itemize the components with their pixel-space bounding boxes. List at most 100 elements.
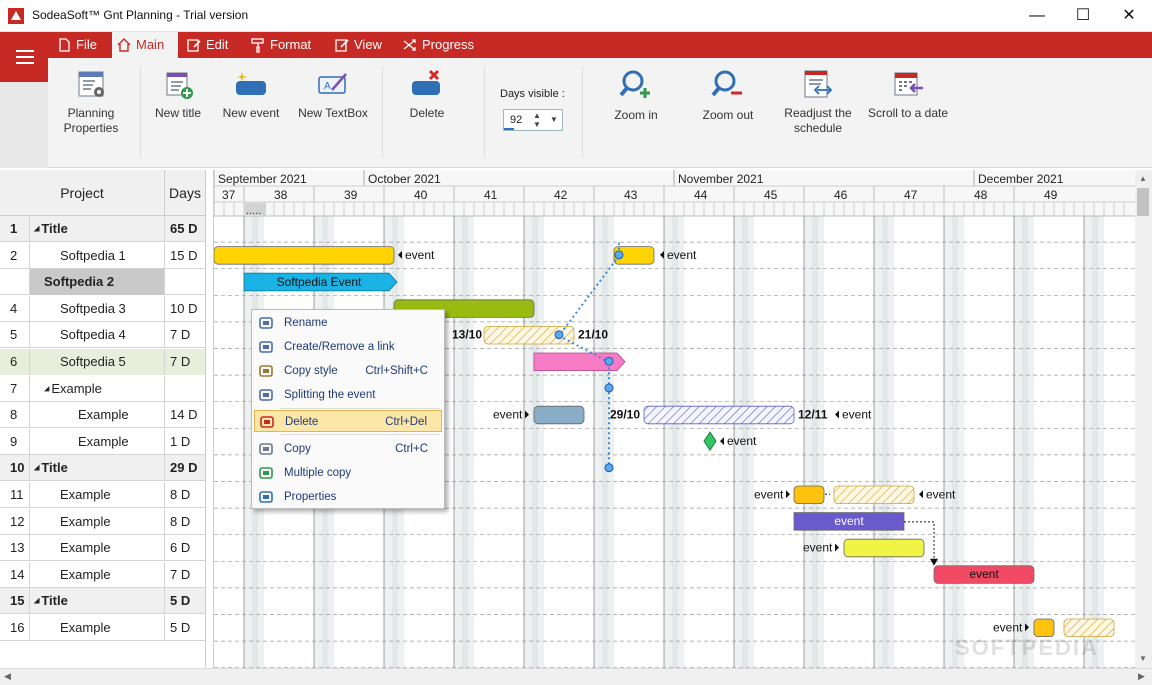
row-project-name[interactable]: Example	[30, 561, 165, 588]
start-date-label: 13/10	[452, 328, 482, 342]
context-menu-item-properties[interactable]: Properties	[254, 486, 442, 508]
row-project-name[interactable]: Example	[30, 482, 165, 508]
context-menu-separator	[280, 408, 440, 409]
row-project-name[interactable]: Softpedia 5	[30, 349, 165, 375]
context-menu-item-create-remove-a-link[interactable]: Create/Remove a link	[254, 336, 442, 358]
context-menu-item-rename[interactable]: Rename	[254, 312, 442, 334]
new-title-button[interactable]: New title	[150, 68, 206, 158]
table-row[interactable]: 8 Example 14 D	[0, 402, 205, 429]
scroll-down-icon[interactable]: ▼	[1139, 654, 1147, 663]
table-row[interactable]: 13 Example 6 D	[0, 535, 205, 562]
readjust-schedule-button[interactable]: Readjust the schedule	[778, 68, 858, 158]
row-project-name[interactable]: ◢ Title	[30, 588, 165, 615]
table-row[interactable]: 16 Example 5 D	[0, 615, 205, 641]
column-header-project[interactable]: Project	[0, 170, 165, 216]
row-project-name[interactable]: Softpedia 2	[30, 269, 165, 296]
row-project-name[interactable]: Example	[30, 508, 165, 535]
tab-file[interactable]: File	[52, 32, 106, 58]
tab-view[interactable]: View	[330, 32, 388, 58]
delete-button[interactable]: Delete	[400, 68, 454, 158]
row-days: 1 D	[170, 433, 191, 449]
tab-main[interactable]: Main	[112, 32, 178, 58]
context-menu-item-copy[interactable]: Copy Ctrl+C	[254, 438, 442, 460]
row-number: 7	[0, 375, 30, 402]
selection-handle-icon[interactable]	[604, 356, 614, 366]
context-menu-item-delete[interactable]: Delete Ctrl+Del	[254, 410, 442, 432]
row-project-name[interactable]: Softpedia 4	[30, 322, 165, 349]
table-row[interactable]: 6 Softpedia 5 7 D	[0, 349, 205, 375]
row-project-name[interactable]: ◢ Example	[30, 375, 165, 402]
week-number: 41	[484, 188, 498, 202]
table-row[interactable]: 15 ◢ Title 5 D	[0, 588, 205, 615]
table-row[interactable]: Softpedia 2	[0, 269, 205, 296]
tab-format[interactable]: Format	[246, 32, 318, 58]
row-project-name[interactable]: Softpedia 3	[30, 295, 165, 322]
event-bar-softpedia-1[interactable]	[214, 246, 395, 265]
table-row[interactable]: 7 ◢ Example	[0, 375, 205, 402]
label-arrow-icon	[835, 410, 839, 419]
hamburger-menu-button[interactable]	[0, 32, 48, 82]
zoom-out-button[interactable]: Zoom out	[694, 68, 762, 158]
event-bar-example-16[interactable]	[1033, 618, 1055, 638]
spin-updown-icon[interactable]: ▲ ▼	[530, 110, 544, 130]
selection-handle-icon[interactable]	[604, 463, 614, 473]
row-project-name[interactable]: Example	[30, 402, 165, 429]
context-menu-item-splitting-the-event[interactable]: Splitting the event	[254, 384, 442, 406]
table-row[interactable]: 4 Softpedia 3 10 D	[0, 295, 205, 322]
selection-handle-icon[interactable]	[554, 330, 564, 340]
table-row[interactable]: 10 ◢ Title 29 D	[0, 455, 205, 482]
close-button[interactable]: ✕	[1106, 0, 1152, 32]
table-row[interactable]: 14 Example 7 D	[0, 561, 205, 588]
tab-progress[interactable]: Progress	[398, 32, 478, 58]
table-row[interactable]: 1 ◢ Title 65 D	[0, 216, 205, 242]
scroll-to-date-button[interactable]: Scroll to a date	[862, 68, 954, 158]
row-number: 15	[0, 588, 30, 615]
table-gantt-splitter[interactable]	[205, 170, 214, 670]
context-menu-item-copy-style[interactable]: Copy style Ctrl+Shift+C	[254, 360, 442, 382]
table-row[interactable]: 9 Example 1 D	[0, 428, 205, 455]
row-project-name[interactable]: Softpedia 1	[30, 242, 165, 269]
new-textbox-button[interactable]: A New TextBox	[296, 68, 370, 158]
event-bar-example-11b[interactable]	[833, 485, 915, 505]
milestone-diamond-icon[interactable]	[703, 431, 717, 452]
event-bar-example-8[interactable]	[533, 405, 585, 425]
selection-handle-icon[interactable]	[614, 250, 624, 260]
row-project-name[interactable]: ◢ Title	[30, 455, 165, 482]
week-number: 45	[764, 188, 778, 202]
horizontal-scrollbar[interactable]: ◀ ▶	[0, 668, 1152, 685]
context-menu-item-multiple-copy[interactable]: Multiple copy	[254, 462, 442, 484]
table-row[interactable]: 5 Softpedia 4 7 D	[0, 322, 205, 349]
table-row[interactable]: 2 Softpedia 1 15 D	[0, 242, 205, 269]
row-project-name[interactable]: ◢ Title	[30, 216, 165, 242]
scroll-right-icon[interactable]: ▶	[1138, 671, 1145, 682]
selection-handle-icon[interactable]	[604, 383, 614, 393]
tab-edit[interactable]: Edit	[182, 32, 240, 58]
table-row[interactable]: 12 Example 8 D	[0, 508, 205, 535]
minimize-button[interactable]: —	[1014, 0, 1060, 32]
vertical-scrollbar[interactable]: ▲ ▼	[1135, 170, 1152, 668]
vertical-scroll-thumb[interactable]	[1137, 188, 1149, 216]
row-days: 5 D	[170, 620, 191, 635]
zoom-in-button[interactable]: Zoom in	[606, 68, 666, 158]
row-project-name[interactable]: Example	[30, 535, 165, 562]
event-bar-example-8b[interactable]	[643, 405, 795, 425]
event-bar-example-16b[interactable]	[1063, 618, 1115, 638]
week-number: 49	[1044, 188, 1058, 202]
column-header-days[interactable]: Days	[165, 170, 205, 216]
row-project-name[interactable]: Example	[30, 428, 165, 455]
row-project-name[interactable]: Example	[30, 615, 165, 641]
scroll-left-icon[interactable]: ◀	[4, 671, 11, 682]
scroll-up-icon[interactable]: ▲	[1139, 174, 1147, 183]
event-bar-example-11[interactable]	[793, 485, 825, 505]
event-bar-example-13[interactable]	[843, 538, 925, 558]
row-number: 4	[0, 295, 30, 322]
table-row[interactable]: 11 Example 8 D	[0, 482, 205, 508]
new-event-button[interactable]: New event	[218, 68, 284, 158]
ribbon-side-panel	[0, 82, 48, 168]
label-arrow-icon	[786, 490, 790, 499]
row-name-text: Title	[41, 221, 68, 236]
days-visible-input[interactable]: 92 ▲ ▼ ▼	[503, 109, 563, 131]
chevron-down-icon[interactable]: ▼	[548, 110, 560, 130]
planning-properties-button[interactable]: Planning Properties	[56, 68, 126, 158]
maximize-button[interactable]: ☐	[1060, 0, 1106, 32]
